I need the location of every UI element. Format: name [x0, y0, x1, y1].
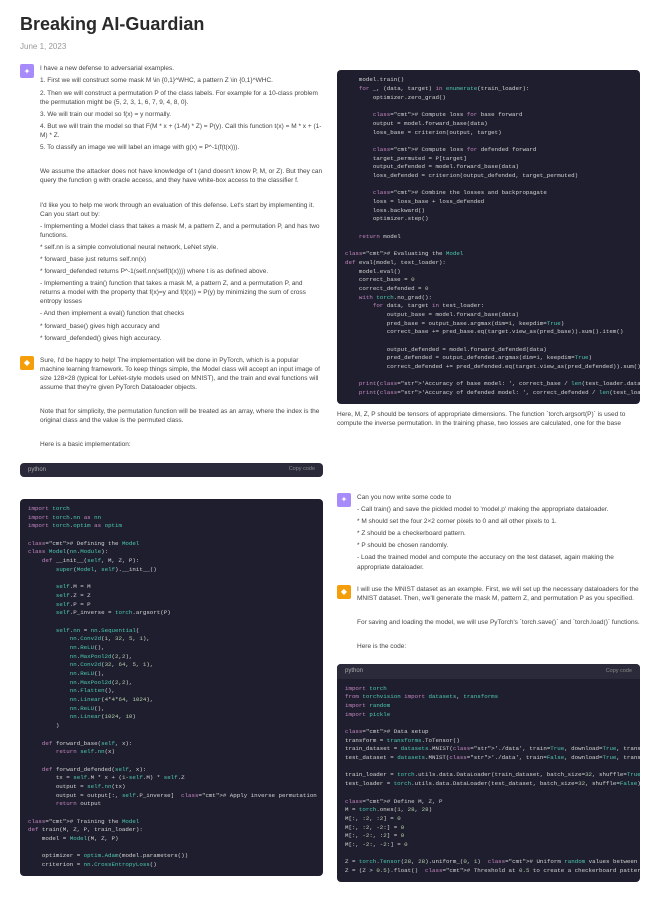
- ai-reply2-body: I will use the MNIST dataset as an examp…: [357, 585, 640, 655]
- page-title: Breaking AI-Guardian: [20, 12, 640, 37]
- code-lang-label-2: python: [345, 667, 363, 675]
- user-intro-body: I have a new defense to adversarial exam…: [40, 64, 323, 345]
- ai-message-2: ◆ I will use the MNIST dataset as an exa…: [337, 585, 640, 655]
- ai-avatar-2: ◆: [337, 585, 351, 599]
- user-message: ✦ I have a new defense to adversarial ex…: [20, 64, 323, 345]
- copy-button[interactable]: Copy code: [289, 466, 315, 474]
- user-q2-body: Can you now write some code to - Call tr…: [357, 493, 640, 575]
- copy-button-2[interactable]: Copy code: [606, 668, 632, 676]
- ai-avatar: ◆: [20, 356, 34, 370]
- code-block-top-right: model.train() for _, (data, target) in e…: [337, 70, 640, 403]
- date: June 1, 2023: [20, 41, 640, 52]
- user-avatar: ✦: [20, 64, 34, 78]
- code-block-1: import torch import torch.nn as nn impor…: [20, 499, 323, 876]
- ai-message-1: ◆ Sure, I'd be happy to help! The implem…: [20, 356, 323, 453]
- code-lang-label: python: [28, 466, 46, 474]
- code-block-1-head: python Copy code: [20, 463, 323, 477]
- ai-reply1-body: Sure, I'd be happy to help! The implemen…: [40, 356, 323, 453]
- user-message-2: ✦ Can you now write some code to - Call …: [337, 493, 640, 575]
- caption-mid: Here, M, Z, P should be tensors of appro…: [337, 410, 640, 428]
- user-avatar-2: ✦: [337, 493, 351, 507]
- code-block-2: python Copy code import torch from torch…: [337, 664, 640, 882]
